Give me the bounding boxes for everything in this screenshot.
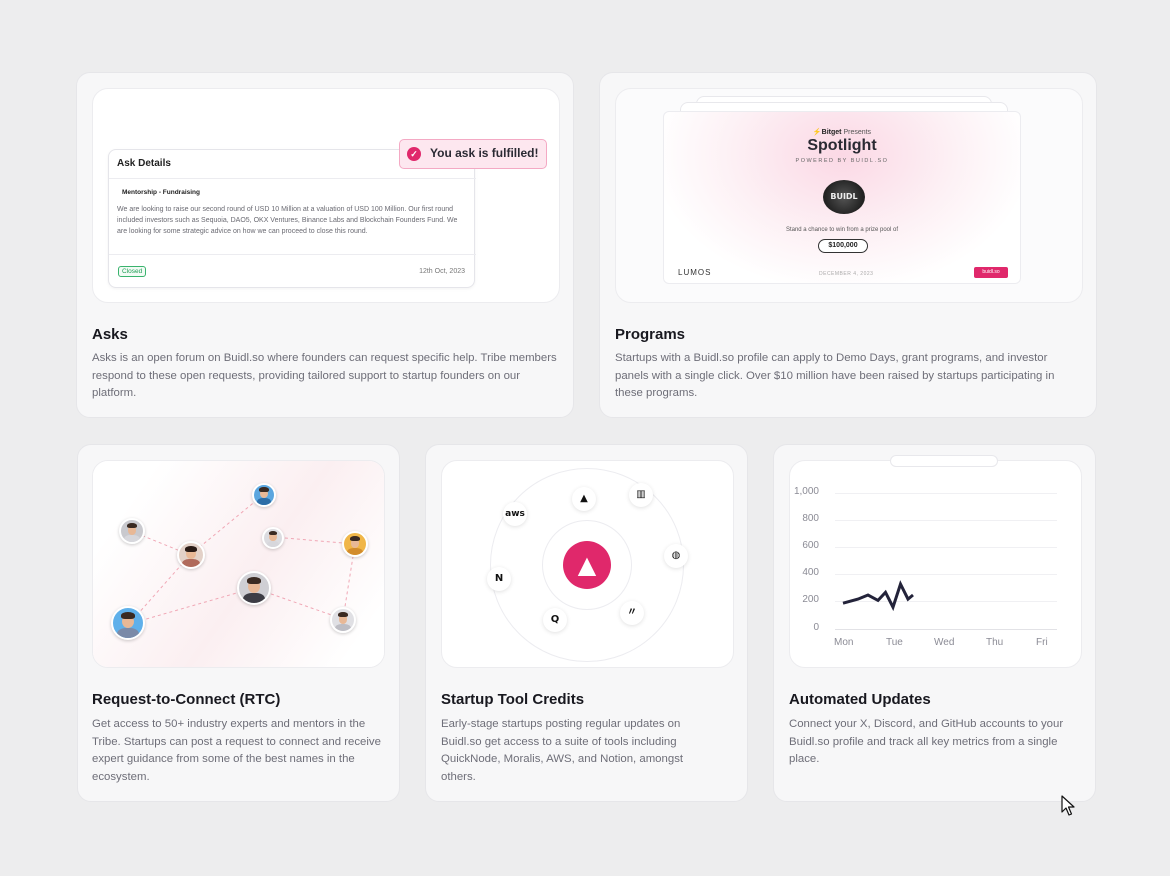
prize-pill: $100,000 [818, 239, 868, 253]
avatar [342, 531, 368, 557]
alchemy-icon: ▲ [572, 487, 596, 511]
ask-details-panel: Ask Details Mentorship - Fundraising We … [108, 149, 476, 288]
aws-icon: aws [503, 502, 527, 526]
buidl-logo-icon: ▲ [563, 541, 611, 589]
avatar [252, 483, 276, 507]
buidl-badge: buidl.so [974, 267, 1008, 278]
card-description-updates: Connect your X, Discord, and GitHub acco… [789, 718, 1064, 765]
tool-credits-card[interactable]: ▲ aws ▲ ▥ ◍ N 〃 Q Startup Tool Credits E… [425, 444, 748, 802]
avatar [262, 527, 284, 549]
card-title-asks: Asks [92, 326, 128, 343]
buidl-emblem-text: BUIDL [830, 192, 858, 201]
aws-label: aws [505, 509, 525, 519]
card-description-rtc: Get access to 50+ industry experts and m… [92, 718, 381, 783]
automated-updates-card[interactable]: 1,000 800 600 400 200 0 Mon Tue Wed Thu … [773, 444, 1096, 802]
ask-category-tag: Mentorship - Fundraising [122, 189, 200, 196]
avatar [111, 606, 145, 640]
card-title-programs: Programs [615, 326, 686, 343]
notion-icon: N [487, 567, 511, 591]
card-title-updates: Automated Updates [789, 691, 931, 708]
tool-credits-preview: ▲ aws ▲ ▥ ◍ N 〃 Q [441, 460, 734, 668]
card-title-tools: Startup Tool Credits [441, 691, 585, 708]
card-description-tools: Early-stage startups posting regular upd… [441, 718, 684, 783]
powered-by-label: POWERED BY BUIDL.SO [795, 158, 889, 164]
bitget-brand: Bitget [821, 129, 842, 136]
prize-tagline: Stand a chance to win from a prize pool … [785, 227, 899, 233]
programs-preview: ⚡Bitget Presents Spotlight POWERED BY BU… [615, 88, 1083, 303]
metrics-line-chart [842, 580, 914, 612]
avatar [330, 607, 356, 633]
asks-preview: Ask Details Mentorship - Fundraising We … [92, 88, 560, 303]
series-line-0 [842, 580, 914, 612]
chainlink-icon: ◍ [664, 544, 688, 568]
rtc-preview [92, 460, 385, 668]
buidl-emblem-icon: BUIDL [823, 180, 865, 214]
presents-label: Presents [843, 129, 872, 136]
intercom-icon: ▥ [629, 483, 653, 507]
fulfilled-toast: ✓ You ask is fulfilled! [399, 139, 548, 169]
asks-card[interactable]: Ask Details Mentorship - Fundraising We … [76, 72, 574, 418]
avatar [237, 571, 271, 605]
avatar [177, 541, 205, 569]
ask-details-heading: Ask Details [117, 158, 171, 169]
ask-item: Mentorship - Fundraising We are looking … [109, 178, 476, 255]
card-description-asks: Asks is an open forum on Buidl.so where … [92, 352, 557, 399]
programs-card[interactable]: ⚡Bitget Presents Spotlight POWERED BY BU… [599, 72, 1097, 418]
ask-body-text: We are looking to raise our second round… [117, 206, 458, 235]
fulfilled-toast-text: You ask is fulfilled! [430, 146, 539, 160]
quicknode-icon: Q [543, 608, 567, 632]
card-title-rtc: Request-to-Connect (RTC) [92, 691, 281, 708]
status-badge: Closed [118, 266, 147, 277]
mouse-cursor-icon [1061, 795, 1075, 816]
updates-chart-preview: 1,000 800 600 400 200 0 Mon Tue Wed Thu … [789, 455, 1082, 668]
moralis-icon: 〃 [620, 601, 644, 625]
program-date: DECEMBER 4, 2023 [819, 271, 874, 277]
card-description-programs: Startups with a Buidl.so profile can app… [615, 352, 1055, 399]
program-title: Spotlight [807, 137, 877, 154]
check-icon: ✓ [407, 147, 421, 161]
rtc-card[interactable]: Request-to-Connect (RTC) Get access to 5… [77, 444, 400, 802]
avatar [119, 518, 145, 544]
spotlight-program-card: ⚡Bitget Presents Spotlight POWERED BY BU… [663, 111, 1021, 284]
lumos-logo: LUMOS [678, 268, 712, 277]
bitget-presents: ⚡Bitget Presents [812, 129, 872, 136]
ask-date: 12th Oct, 2023 [419, 268, 465, 275]
